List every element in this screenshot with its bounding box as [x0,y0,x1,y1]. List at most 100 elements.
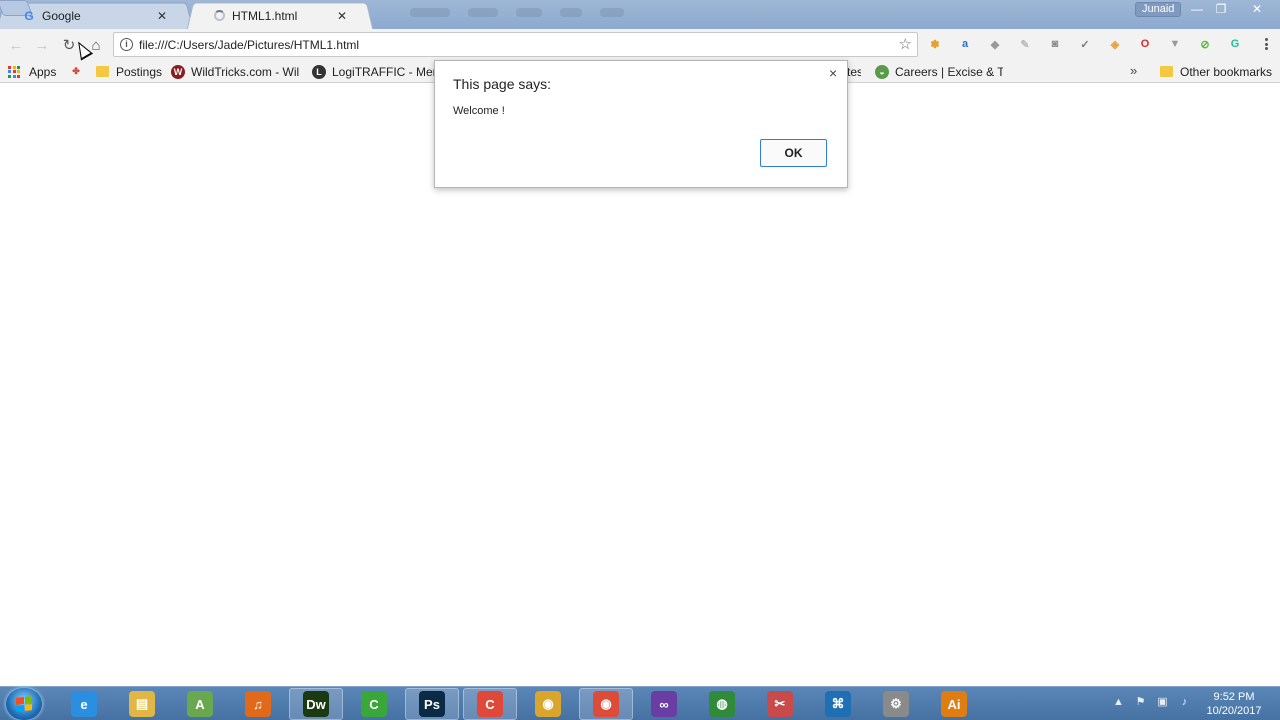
check-extension-icon[interactable]: ✓ [1077,36,1093,52]
bookmark-apps[interactable]: Apps [8,63,56,80]
visual-studio-icon: ∞ [651,691,677,717]
info-icon[interactable]: i [120,38,133,51]
audacity-icon: ♫ [245,691,271,717]
photoshop-icon: Ps [419,691,445,717]
internet-explorer-icon: e [71,691,97,717]
grammarly-extension-icon[interactable]: G [1227,36,1243,52]
taskbar-illustrator[interactable]: Ai [927,688,981,720]
file-explorer-icon: ▤ [129,691,155,717]
window-close-icon[interactable]: ✕ [1234,0,1280,18]
bookmarks-overflow-icon[interactable]: » [1130,63,1137,78]
bookmark-label: Postings [116,64,163,79]
red-leaf-icon: ✤ [72,66,80,76]
taskbar-globe-app[interactable]: ◍ [695,688,749,720]
chrome-menu-icon[interactable] [1258,35,1274,53]
taskbar-camtasia-recorder[interactable]: C [463,688,517,720]
taskbar-photoshop[interactable]: Ps [405,688,459,720]
bookmark-star-icon[interactable]: ☆ [899,35,912,53]
bookmark-label: tes [847,64,861,79]
folder-icon [96,66,109,77]
taskbar-chrome[interactable]: ◉ [579,688,633,720]
taskbar-internet-explorer[interactable]: e [57,688,111,720]
taskbar-settings-app[interactable]: ⚙ [869,688,923,720]
address-bar[interactable]: i file:///C:/Users/Jade/Pictures/HTML1.h… [113,32,918,57]
google-favicon-icon: G [24,8,34,23]
clock-time: 9:52 PM [1213,691,1255,703]
taskbar-camtasia[interactable]: C [347,688,401,720]
taskbar-chrome-canary[interactable]: ◉ [521,688,575,720]
bookmark-label: Careers | Excise & Taxation [895,64,1003,79]
android-studio-icon: A [187,691,213,717]
taskbar-snipping-tool[interactable]: ✂ [753,688,807,720]
windows-taskbar: e ▤ A ♫ Dw C Ps C ◉ ◉ ∞ ◍ ✂ ⌘ ⚙ Ai ▲ ⚑ ▣ ♪ 9:52 PM 10/2… [0,686,1280,720]
loading-spinner-icon [212,9,226,23]
tab-strip: G Google ✕ HTML1.html ✕ Junaid — ❐ ✕ [0,0,1280,30]
folder-icon [1160,66,1173,77]
wildtricks-icon: W [171,64,185,79]
forward-arrow-icon[interactable]: → [31,34,53,56]
dialog-close-icon[interactable]: × [829,65,837,81]
camtasia-recorder-icon: C [477,691,503,717]
puzzle-extension-icon[interactable]: ✽ [927,36,943,52]
camtasia-icon: C [361,691,387,717]
chrome-icon: ◉ [593,691,619,717]
bookmark-label: LogiTRAFFIC - Member [332,64,434,79]
illustrator-icon: Ai [941,691,967,717]
taskbar-visual-studio[interactable]: ∞ [637,688,691,720]
bookmark-logitraffic[interactable]: L LogiTRAFFIC - Member [312,63,434,80]
snipping-tool-icon: ✂ [767,691,793,717]
bookmark-label: Other bookmarks [1180,64,1273,79]
taskbar-vs-code[interactable]: ⌘ [811,688,865,720]
clock-date: 10/20/2017 [1206,705,1262,717]
windows-logo-icon [16,696,32,712]
minimize-icon[interactable]: — [1184,0,1210,18]
bookmark-postings[interactable]: Postings [96,63,162,80]
eyedropper-extension-icon[interactable]: ✎ [1017,36,1033,52]
globe-app-icon: ◍ [709,691,735,717]
taskbar-clock[interactable]: 9:52 PM 10/20/2017 [1200,690,1268,718]
ab-extension-icon[interactable]: a [957,36,973,52]
action-center-icon[interactable]: ⚑ [1134,696,1147,709]
profile-button[interactable]: Junaid [1135,2,1182,17]
bookmark-partial[interactable]: tes [847,63,861,80]
shield-extension-icon[interactable]: ◈ [1107,36,1123,52]
bookmark-wildtricks[interactable]: W WildTricks.com - Wild [171,63,299,80]
taskbar-audacity[interactable]: ♫ [231,688,285,720]
back-arrow-icon[interactable]: ← [5,34,27,56]
browser-toolbar: ← → ↻ ⌂ i file:///C:/Users/Jade/Pictures… [0,29,1280,60]
taskbar-android-studio[interactable]: A [173,688,227,720]
network-icon[interactable]: ▣ [1156,696,1169,709]
maximize-icon[interactable]: ❐ [1208,0,1234,18]
url-text[interactable]: file:///C:/Users/Jade/Pictures/HTML1.htm… [139,38,359,52]
green-circle-extension-icon[interactable]: ⊘ [1197,36,1213,52]
taskbar-file-explorer[interactable]: ▤ [115,688,169,720]
tab-title: Google [42,8,81,23]
tray-expand-icon[interactable]: ▲ [1112,696,1125,709]
alert-dialog: This page says: × Welcome ! OK [434,60,848,188]
careers-icon: ◒ [875,64,889,79]
tab-close-icon[interactable]: ✕ [336,9,348,23]
tab-html1[interactable]: HTML1.html ✕ [186,2,374,30]
camera-extension-icon[interactable]: ◙ [1047,36,1063,52]
logitraffic-icon: L [312,64,326,79]
background-blur [410,8,624,20]
volume-icon[interactable]: ♪ [1178,696,1191,709]
vs-code-icon: ⌘ [825,691,851,717]
bookmark-careers[interactable]: ◒ Careers | Excise & Taxation [875,63,1003,80]
system-tray: ▲ ⚑ ▣ ♪ [1112,696,1191,709]
ok-button[interactable]: OK [760,139,827,167]
settings-app-icon: ⚙ [883,691,909,717]
diamond-extension-icon[interactable]: ◆ [987,36,1003,52]
opera-extension-icon[interactable]: O [1137,36,1153,52]
dialog-message: Welcome ! [453,105,505,117]
taskbar-dreamweaver[interactable]: Dw [289,688,343,720]
tab-close-icon[interactable]: ✕ [156,9,168,23]
start-button[interactable] [6,688,42,720]
adblock-extension-icon[interactable]: ▼ [1167,36,1183,52]
chrome-canary-icon: ◉ [535,691,561,717]
dreamweaver-icon: Dw [303,691,329,717]
apps-grid-icon [8,65,20,78]
bookmark-red-favicon[interactable]: ✤ [69,63,89,80]
bookmark-other[interactable]: Other bookmarks [1160,63,1272,80]
bookmark-label: Apps [29,64,57,79]
